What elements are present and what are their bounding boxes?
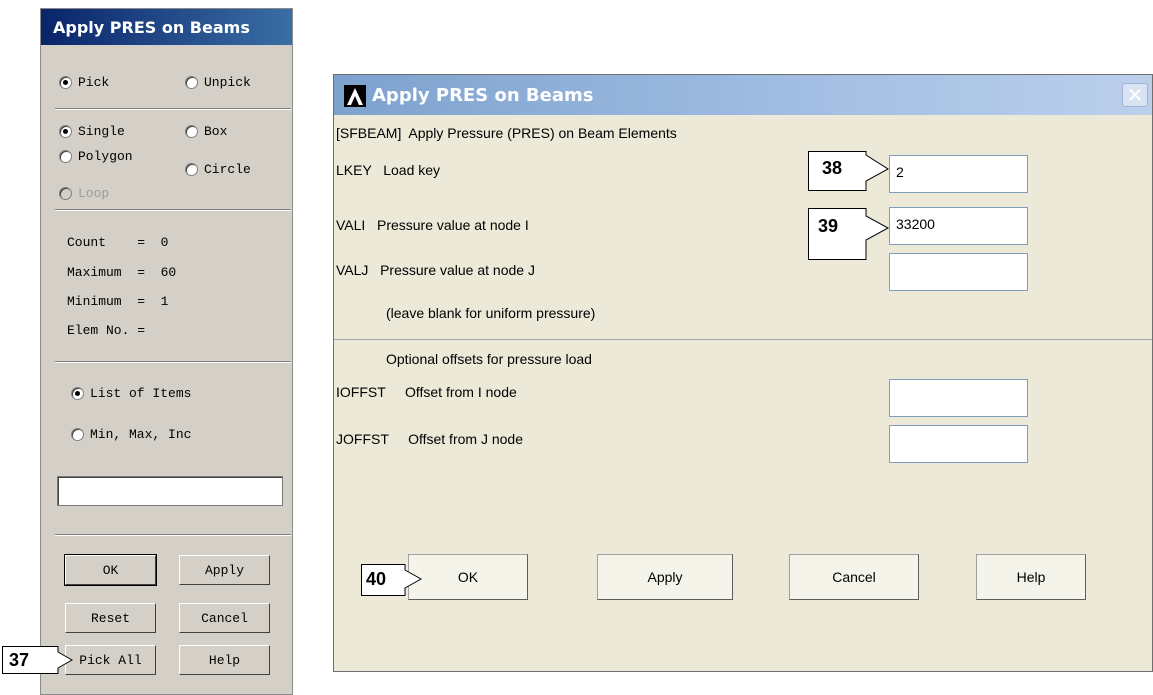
divider (55, 209, 291, 211)
apply-button[interactable]: Apply (179, 555, 270, 585)
dialog-ok-button[interactable]: OK (408, 554, 528, 600)
dialog-titlebar: Apply PRES on Beams ✕ (334, 75, 1152, 115)
dialog-help-button[interactable]: Help (976, 554, 1086, 600)
maximum-readout: Maximum = 60 (67, 265, 177, 280)
callout-37: 37 (2, 646, 74, 674)
radio-pick[interactable]: Pick (59, 75, 109, 90)
elem-no-readout: Elem No. = (67, 323, 146, 338)
radio-empty-icon (59, 150, 72, 163)
radio-list-of-items[interactable]: List of Items (71, 386, 191, 401)
valj-input[interactable] (889, 253, 1028, 291)
radio-selected-icon (59, 125, 72, 138)
reset-button[interactable]: Reset (65, 603, 156, 633)
ok-button[interactable]: OK (64, 554, 157, 586)
divider (334, 339, 1152, 340)
close-icon[interactable]: ✕ (1122, 83, 1148, 107)
ioffst-input[interactable] (889, 379, 1028, 417)
radio-empty-icon (185, 163, 198, 176)
picker-title: Apply PRES on Beams (53, 18, 250, 37)
radio-disabled-icon (59, 187, 72, 200)
apply-pres-dialog: Apply PRES on Beams ✕ [SFBEAM] Apply Pre… (333, 74, 1153, 672)
joffst-label: JOFFST Offset from J node (336, 431, 523, 447)
ioffst-label: IOFFST Offset from I node (336, 384, 517, 400)
picker-titlebar: Apply PRES on Beams (41, 9, 292, 45)
joffst-input[interactable] (889, 425, 1028, 463)
uniform-pressure-note: (leave blank for uniform pressure) (386, 305, 596, 321)
ansys-logo-icon (344, 85, 366, 107)
radio-empty-icon (185, 125, 198, 138)
pick-list-input[interactable] (57, 476, 283, 506)
radio-single[interactable]: Single (59, 124, 125, 139)
vali-input[interactable]: 33200 (889, 207, 1028, 245)
lkey-label: LKEY Load key (336, 162, 441, 178)
callout-38: 38 (808, 151, 890, 191)
valj-label: VALJ Pressure value at node J (336, 262, 535, 278)
help-button[interactable]: Help (179, 645, 270, 675)
command-label: [SFBEAM] Apply Pressure (PRES) on Beam E… (336, 125, 677, 141)
radio-loop: Loop (59, 186, 109, 201)
lkey-input[interactable]: 2 (889, 155, 1028, 193)
radio-unpick[interactable]: Unpick (185, 75, 251, 90)
dialog-apply-button[interactable]: Apply (597, 554, 733, 600)
radio-box[interactable]: Box (185, 124, 227, 139)
dialog-cancel-button[interactable]: Cancel (789, 554, 919, 600)
radio-selected-icon (71, 387, 84, 400)
radio-empty-icon (71, 428, 84, 441)
cancel-button[interactable]: Cancel (179, 603, 270, 633)
callout-40: 40 (361, 564, 423, 596)
picker-panel: Apply PRES on Beams Pick Unpick Single B… (40, 8, 293, 695)
count-readout: Count = 0 (67, 235, 169, 250)
radio-selected-icon (59, 76, 72, 89)
radio-empty-icon (185, 76, 198, 89)
divider (55, 534, 291, 536)
divider (55, 108, 291, 110)
divider (55, 361, 291, 363)
minimum-readout: Minimum = 1 (67, 294, 169, 309)
vali-label: VALI Pressure value at node I (336, 217, 529, 233)
offsets-header: Optional offsets for pressure load (386, 351, 592, 367)
radio-min-max-inc[interactable]: Min, Max, Inc (71, 427, 191, 442)
pick-all-button[interactable]: Pick All (65, 645, 156, 675)
callout-39: 39 (808, 208, 890, 260)
radio-polygon[interactable]: Polygon (59, 149, 133, 164)
radio-circle[interactable]: Circle (185, 162, 251, 177)
dialog-title: Apply PRES on Beams (372, 85, 594, 106)
